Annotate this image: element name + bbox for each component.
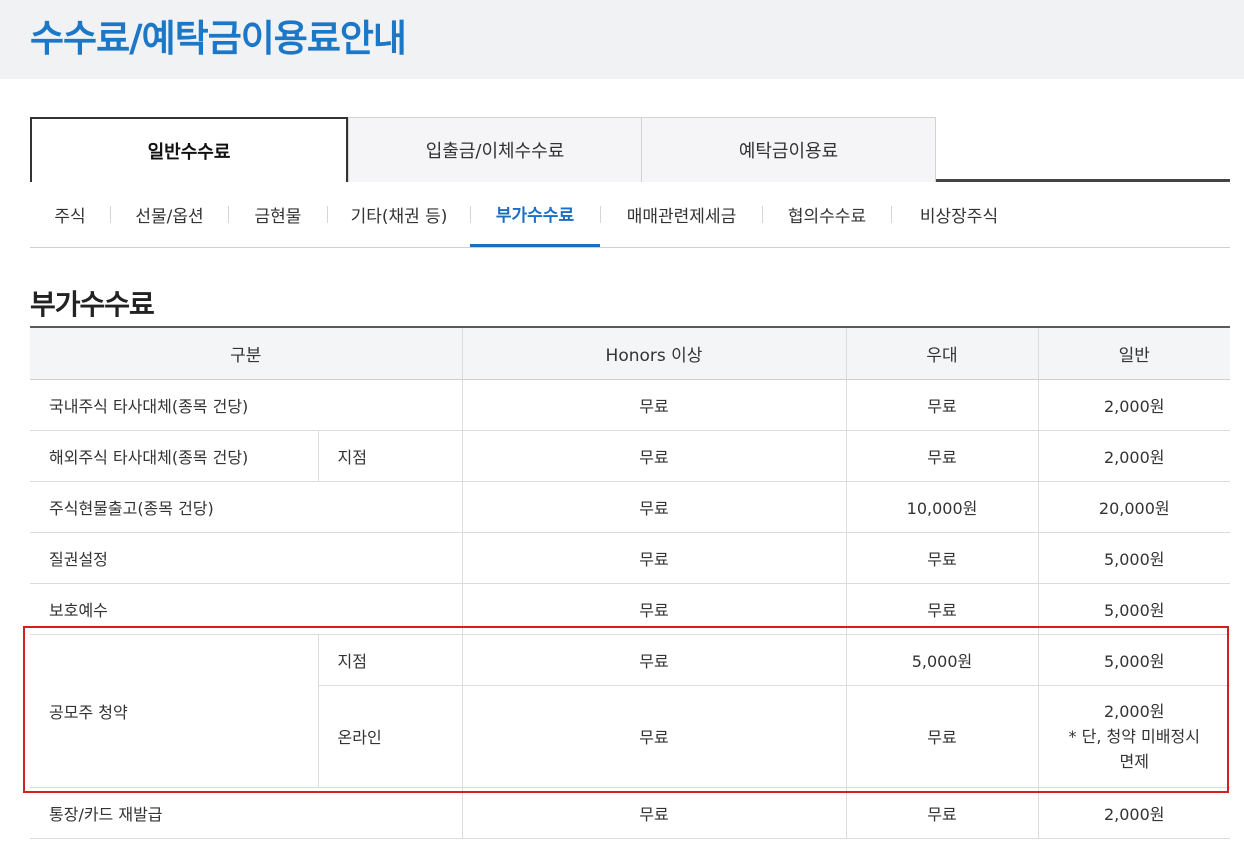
general-fee: 2,000원 bbox=[1037, 430, 1230, 482]
sub-tab-unlisted-stocks[interactable]: 비상장주식 bbox=[892, 182, 1026, 247]
tab-deposit-usage-fees[interactable]: 예탁금이용료 bbox=[641, 117, 936, 182]
honors-fee: 무료 bbox=[461, 583, 846, 635]
sub-tab-stocks[interactable]: 주식 bbox=[30, 182, 110, 247]
tab-deposit-transfer-fees[interactable]: 입출금/이체수수료 bbox=[348, 117, 642, 182]
general-fee: 20,000원 bbox=[1037, 481, 1230, 533]
table-row: 공모주 청약 지점 무료 5,000원 5,000원 bbox=[30, 634, 1230, 788]
section-title: 부가수수료 bbox=[30, 288, 155, 321]
honors-fee: 무료 bbox=[461, 787, 846, 839]
sub-tab-others-bonds[interactable]: 기타(채권 등) bbox=[328, 182, 470, 247]
preferred-fee: 무료 bbox=[845, 685, 1038, 788]
table-header-row: 구분 Honors 이상 우대 일반 bbox=[30, 326, 1230, 380]
preferred-fee: 5,000원 bbox=[845, 634, 1038, 686]
header-category: 구분 bbox=[30, 326, 462, 380]
general-fee: 5,000원 bbox=[1037, 583, 1230, 635]
general-fee: 5,000원 bbox=[1037, 634, 1230, 686]
sub-tab-additional-fees[interactable]: 부가수수료 bbox=[470, 182, 600, 247]
table-row: 통장/카드 재발급 무료 무료 2,000원 bbox=[30, 787, 1230, 839]
sub-tab-negotiated-fees[interactable]: 협의수수료 bbox=[763, 182, 891, 247]
row-category: 해외주식 타사대체(종목 건당) bbox=[30, 430, 318, 482]
sub-tab-gold-spot[interactable]: 금현물 bbox=[229, 182, 327, 247]
tab-general-fees[interactable]: 일반수수료 bbox=[30, 117, 348, 182]
preferred-fee: 무료 bbox=[845, 430, 1038, 482]
row-category: 질권설정 bbox=[30, 532, 462, 584]
preferred-fee: 무료 bbox=[845, 379, 1038, 431]
general-fee: 5,000원 bbox=[1037, 532, 1230, 584]
honors-fee: 무료 bbox=[461, 532, 846, 584]
sub-tabs: 주식 선물/옵션 금현물 기타(채권 등) 부가수수료 매매관련제세금 협의수수… bbox=[30, 182, 1230, 248]
header-general: 일반 bbox=[1037, 326, 1230, 380]
sub-tab-futures-options[interactable]: 선물/옵션 bbox=[111, 182, 228, 247]
honors-fee: 무료 bbox=[461, 685, 846, 788]
honors-fee: 무료 bbox=[461, 481, 846, 533]
preferred-fee: 무료 bbox=[845, 532, 1038, 584]
page-header: 수수료/예탁금이용료안내 bbox=[0, 0, 1244, 79]
preferred-fee: 무료 bbox=[845, 787, 1038, 839]
preferred-fee: 10,000원 bbox=[845, 481, 1038, 533]
header-preferred: 우대 bbox=[845, 326, 1038, 380]
honors-fee: 무료 bbox=[461, 634, 846, 686]
table-row: 국내주식 타사대체(종목 건당) 무료 무료 2,000원 bbox=[30, 379, 1230, 431]
page-title: 수수료/예탁금이용료안내 bbox=[30, 17, 407, 60]
table-row: 해외주식 타사대체(종목 건당) 지점 무료 무료 2,000원 bbox=[30, 430, 1230, 482]
table-row: 보호예수 무료 무료 5,000원 bbox=[30, 583, 1230, 635]
row-subcategory: 지점 bbox=[317, 430, 462, 482]
fee-table: 구분 Honors 이상 우대 일반 국내주식 타사대체(종목 건당) 무료 무… bbox=[30, 326, 1230, 839]
row-category: 국내주식 타사대체(종목 건당) bbox=[30, 379, 462, 431]
row-category: 보호예수 bbox=[30, 583, 462, 635]
row-subcategory: 온라인 bbox=[317, 685, 462, 788]
row-category: 주식현물출고(종목 건당) bbox=[30, 481, 462, 533]
table-row: 주식현물출고(종목 건당) 무료 10,000원 20,000원 bbox=[30, 481, 1230, 533]
row-category: 공모주 청약 bbox=[30, 634, 318, 788]
table-row: 질권설정 무료 무료 5,000원 bbox=[30, 532, 1230, 584]
general-fee-note: * 단, 청약 미배정시 bbox=[1068, 726, 1200, 746]
general-fee: 2,000원 bbox=[1037, 787, 1230, 839]
honors-fee: 무료 bbox=[461, 379, 846, 431]
general-fee: 2,000원 bbox=[1037, 379, 1230, 431]
sub-tab-trading-taxes[interactable]: 매매관련제세금 bbox=[601, 182, 762, 247]
general-fee-note: 면제 bbox=[1119, 751, 1149, 771]
preferred-fee: 무료 bbox=[845, 583, 1038, 635]
header-honors: Honors 이상 bbox=[461, 326, 846, 380]
main-tabs: 일반수수료 입출금/이체수수료 예탁금이용료 bbox=[30, 117, 1230, 182]
honors-fee: 무료 bbox=[461, 430, 846, 482]
row-subcategory: 지점 bbox=[317, 634, 462, 686]
general-fee-amount: 2,000원 bbox=[1103, 701, 1165, 721]
general-fee: 2,000원 * 단, 청약 미배정시 면제 bbox=[1037, 685, 1230, 788]
row-category: 통장/카드 재발급 bbox=[30, 787, 462, 839]
